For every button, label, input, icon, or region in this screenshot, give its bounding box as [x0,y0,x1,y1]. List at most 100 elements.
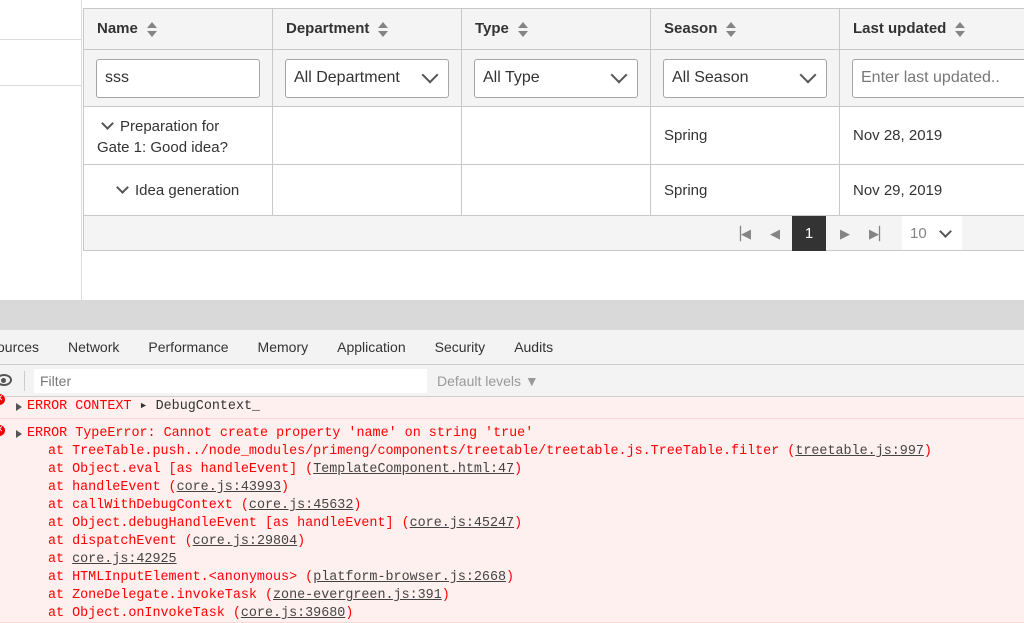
source-link[interactable]: treetable.js:997 [795,444,924,459]
chevron-down-icon[interactable] [938,224,952,238]
source-link[interactable]: zone-evergreen.js:391 [273,588,442,603]
tree-table: Name Department Type Season Last updated… [83,8,1024,251]
rows-per-page-dropdown[interactable]: 10 [902,216,962,250]
stack-frame: at HTMLInputElement.<anonymous> (platfor… [27,569,1024,587]
frame-text: at Object.onInvokeTask ( [48,606,241,621]
column-label: Name [97,20,138,38]
input-placeholder: Filter [40,373,72,389]
dropdown-value: All Department [294,69,400,86]
column-header-last-updated[interactable]: Last updated [839,8,1024,50]
tab-network[interactable]: Network [68,339,119,355]
stack-frame: at TreeTable.push../node_modules/primeng… [27,443,1024,461]
page-number: 1 [804,225,814,242]
sort-icon[interactable] [725,21,737,38]
column-label: Department [286,20,370,38]
page-button[interactable]: 1 [792,216,826,251]
column-header-season[interactable]: Season [650,8,840,50]
last-updated-cell: Nov 28, 2019 [839,106,1024,165]
column-header-type[interactable]: Type [461,8,651,50]
tab-memory[interactable]: Memory [258,339,309,355]
chevron-down-icon[interactable] [116,180,129,194]
source-link[interactable]: core.js:29804 [193,534,297,549]
error-message: ERROR TypeError: Cannot create property … [27,426,534,441]
filter-cell: All Department [272,49,462,107]
frame-text: ) [353,498,362,513]
stack-frame: at Object.debugHandleEvent [as handleEve… [27,515,1024,533]
type-cell [461,106,651,165]
source-link[interactable]: core.js:43993 [177,480,281,495]
left-panel [0,0,82,300]
object-name: DebugContext_ [155,399,261,414]
frame-text: ) [514,462,523,477]
app-page: Name Department Type Season Last updated… [0,0,1024,300]
frame-text: at HTMLInputElement.<anonymous> ( [48,570,314,585]
sort-icon[interactable] [954,21,966,38]
stack-frame: at ZoneDelegate.invokeTask (zone-evergre… [27,587,1024,605]
sort-icon[interactable] [377,21,389,38]
message-text: ERROR CONTEXT [27,399,140,414]
left-panel-row[interactable] [0,40,81,86]
table-row[interactable]: Idea generation Spring Nov 29, 2019 [83,164,1024,216]
source-link[interactable]: core.js:42925 [72,552,176,567]
source-link[interactable]: core.js:39680 [241,606,345,621]
source-link[interactable]: core.js:45247 [410,516,514,531]
eye-icon[interactable] [0,374,12,386]
stack-frame: at callWithDebugContext (core.js:45632) [27,497,1024,515]
paginator: ▕◀ ◀ 1 ▶ ▶▏ 10 [83,216,1024,251]
department-cell [272,164,462,216]
name-filter-input[interactable]: sss [96,58,260,98]
devtools-splitter[interactable] [0,300,1024,330]
source-link[interactable]: core.js:45632 [249,498,353,513]
column-header-name[interactable]: Name [83,8,273,50]
chevron-down-icon[interactable] [610,66,628,84]
source-link[interactable]: TemplateComponent.html:47 [313,462,514,477]
input-placeholder: Enter last updated.. [861,69,1000,86]
chevron-down-icon[interactable] [421,66,439,84]
stack-frame: at Object.eval [as handleEvent] (Templat… [27,461,1024,479]
sort-icon[interactable] [146,21,158,38]
chevron-down-icon[interactable] [101,116,114,130]
frame-text: at callWithDebugContext ( [48,498,249,513]
column-header-department[interactable]: Department [272,8,462,50]
console-filter-input[interactable]: Filter [34,369,427,393]
frame-text: at dispatchEvent ( [48,534,193,549]
tab-audits[interactable]: Audits [514,339,553,355]
stack-frame: at dispatchEvent (core.js:29804) [27,533,1024,551]
source-link[interactable]: platform-browser.js:2668 [313,570,506,585]
frame-text: ) [923,444,932,459]
type-filter-dropdown[interactable]: All Type [474,58,638,98]
log-levels-dropdown[interactable]: Default levels ▼ [437,365,539,397]
sort-icon[interactable] [517,21,529,38]
tab-sources[interactable]: ources [0,339,39,355]
season-filter-dropdown[interactable]: All Season [663,58,827,98]
season-cell: Spring [650,106,840,165]
previous-page-icon[interactable]: ◀ [758,216,792,251]
name-cell: Idea generation [83,164,273,216]
last-updated-cell: Nov 29, 2019 [839,164,1024,216]
expand-triangle-icon[interactable] [16,403,22,411]
column-label: Season [664,20,718,38]
frame-text: ) [281,480,290,495]
type-cell [461,164,651,216]
left-panel-row[interactable] [0,0,81,40]
last-updated-filter-input[interactable]: Enter last updated.. [852,58,1024,98]
console-message: ✕ ERROR TypeError: Cannot create propert… [0,419,1024,623]
frame-text: ) [514,516,523,531]
last-page-icon[interactable]: ▶▏ [862,216,896,251]
table-row[interactable]: Preparation for Gate 1: Good idea? Spring… [83,106,1024,165]
expand-triangle-icon[interactable] [16,430,22,438]
context-object[interactable]: ▸ DebugContext_ [140,399,261,414]
next-page-icon[interactable]: ▶ [828,216,862,251]
first-page-icon[interactable]: ▕◀ [724,216,758,251]
tab-application[interactable]: Application [337,339,406,355]
frame-text: at TreeTable.push../node_modules/primeng… [48,444,796,459]
tab-security[interactable]: Security [435,339,486,355]
filter-cell: sss [83,49,273,107]
chevron-down-icon[interactable] [799,66,817,84]
filter-row: sss All Department All Type All Season E… [83,49,1024,107]
row-name: Gate 1: Good idea? [97,138,228,156]
department-filter-dropdown[interactable]: All Department [285,58,449,98]
tab-performance[interactable]: Performance [148,339,228,355]
header-row: Name Department Type Season Last updated [83,8,1024,50]
row-name: Preparation for [120,117,220,135]
